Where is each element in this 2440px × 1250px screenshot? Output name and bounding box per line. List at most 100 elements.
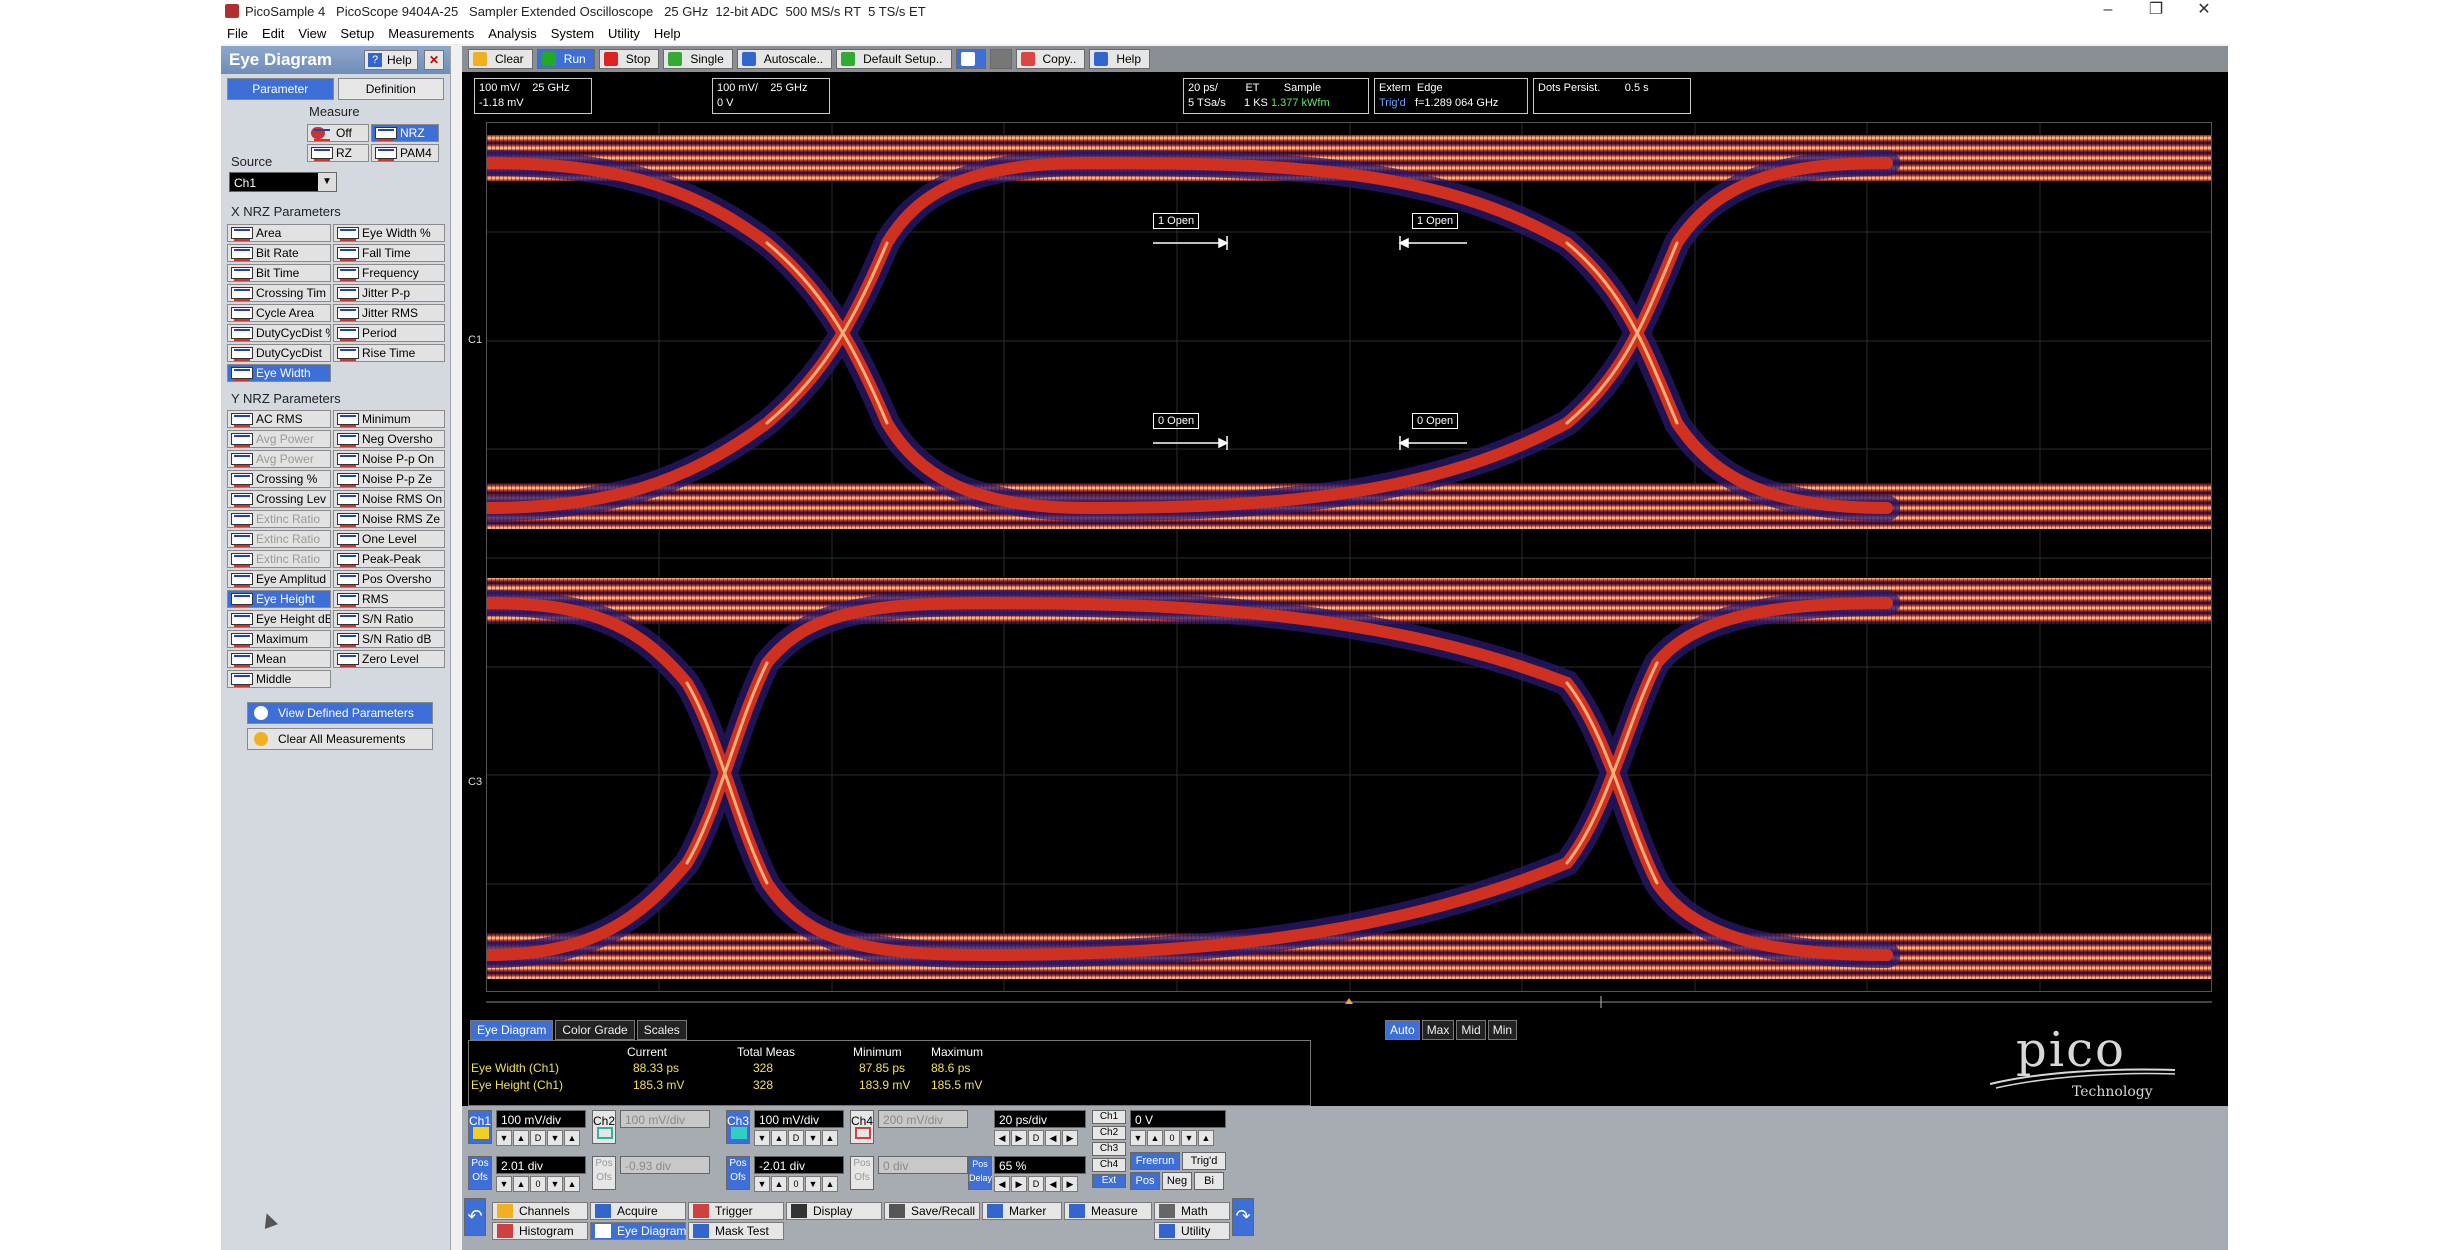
ch1-scale-spinner[interactable]: ▼ ▲ D ▼ ▲ <box>496 1130 580 1146</box>
nav-math-button[interactable]: Math <box>1154 1202 1230 1220</box>
param-button[interactable]: Mean <box>227 650 331 668</box>
tab-parameter[interactable]: Parameter <box>227 78 334 100</box>
ch3-offset-spinner[interactable]: ▼ ▲ 0 ▼ ▲ <box>754 1176 838 1192</box>
spin-up[interactable]: ▲ <box>1198 1130 1214 1146</box>
param-button[interactable]: Minimum <box>333 410 445 428</box>
ch3-level-marker[interactable]: C3 <box>468 776 482 788</box>
param-button[interactable]: Crossing % <box>227 470 331 488</box>
param-button[interactable]: Jitter P-p <box>333 284 445 302</box>
spin-dc[interactable]: D <box>530 1130 546 1146</box>
ch1-toggle-button[interactable]: Ch1 <box>468 1110 492 1144</box>
undo-button[interactable] <box>955 49 986 69</box>
spin-up[interactable]: ▲ <box>822 1176 838 1192</box>
persistence-info-box[interactable]: Dots Persist. 0.5 s <box>1533 78 1691 114</box>
clear-button[interactable]: Clear <box>468 49 533 69</box>
delay-field[interactable]: 65 % <box>994 1156 1086 1174</box>
scale-mid-button[interactable]: Mid <box>1456 1020 1486 1040</box>
ch1-info-box[interactable]: 100 mV/ 25 GHz -1.18 mV <box>474 78 592 114</box>
param-button[interactable]: Rise Time <box>333 344 445 362</box>
nav-channels-button[interactable]: Channels <box>492 1202 588 1220</box>
tab-eye-diagram[interactable]: Eye Diagram <box>470 1020 554 1040</box>
param-button[interactable]: Neg Oversho <box>333 430 445 448</box>
ch3-offset-field[interactable]: -2.01 div <box>754 1156 844 1174</box>
ch4-pos-ofs-button[interactable]: Pos Ofs <box>850 1156 874 1190</box>
param-button[interactable]: Noise RMS Ze <box>333 510 445 528</box>
spin-up[interactable]: ▲ <box>564 1176 580 1192</box>
delay-spinner[interactable]: ◀ ▶ D ◀ ▶ <box>994 1176 1078 1192</box>
ch2-scale-field[interactable]: 100 mV/div <box>620 1110 710 1128</box>
autoscale-button[interactable]: Autoscale.. <box>736 49 833 69</box>
meas-row-name[interactable]: Eye Width (Ch1) <box>471 1061 559 1075</box>
menu-file[interactable]: File <box>227 26 248 41</box>
spin-down[interactable]: ▼ <box>496 1130 512 1146</box>
nav-measure-button[interactable]: Measure <box>1064 1202 1152 1220</box>
run-button[interactable]: Run <box>536 49 595 69</box>
spin-up[interactable]: ▲ <box>822 1130 838 1146</box>
spin-left[interactable]: ◀ <box>994 1130 1010 1146</box>
param-button[interactable]: Pos Oversho <box>333 570 445 588</box>
spin-down[interactable]: ▼ <box>754 1130 770 1146</box>
param-button[interactable]: One Level <box>333 530 445 548</box>
ch2-pos-ofs-button[interactable]: Pos Ofs <box>592 1156 616 1190</box>
maximize-button[interactable]: ❐ <box>2132 0 2180 22</box>
param-button[interactable]: Maximum <box>227 630 331 648</box>
param-button[interactable]: RMS <box>333 590 445 608</box>
ch3-pos-ofs-button[interactable]: Pos Ofs <box>726 1156 750 1190</box>
spin-dc[interactable]: D <box>788 1130 804 1146</box>
param-button[interactable]: Eye Height <box>227 590 331 608</box>
menu-measurements[interactable]: Measurements <box>388 26 474 41</box>
spin-down[interactable]: ▼ <box>1181 1130 1197 1146</box>
nav-save-recall-button[interactable]: Save/Recall <box>884 1202 980 1220</box>
param-button[interactable]: Zero Level <box>333 650 445 668</box>
param-button[interactable]: Fall Time <box>333 244 445 262</box>
spin-zero[interactable]: 0 <box>1164 1130 1180 1146</box>
param-button[interactable]: Middle <box>227 670 331 688</box>
param-button[interactable]: Crossing Tim <box>227 284 331 302</box>
param-button[interactable]: Eye Width % <box>333 224 445 242</box>
tab-scales[interactable]: Scales <box>636 1020 687 1040</box>
eye-open-marker[interactable]: 0 Open <box>1412 413 1459 429</box>
param-button[interactable]: Noise RMS On <box>333 490 445 508</box>
ch2-offset-field[interactable]: -0.93 div <box>620 1156 710 1174</box>
view-defined-parameters-button[interactable]: View Defined Parameters <box>247 702 433 724</box>
single-button[interactable]: Single <box>663 49 733 69</box>
spin-right[interactable]: ▶ <box>1062 1130 1078 1146</box>
trigger-info-box[interactable]: Extern Edge Trig'd f=1.289 064 GHz <box>1374 78 1528 114</box>
ch4-scale-field[interactable]: 200 mV/div <box>878 1110 968 1128</box>
spin-down[interactable]: ▼ <box>547 1130 563 1146</box>
spin-left[interactable]: ◀ <box>1045 1176 1061 1192</box>
slope-neg-button[interactable]: Neg <box>1162 1172 1192 1190</box>
clear-all-measurements-button[interactable]: Clear All Measurements <box>247 728 433 750</box>
spin-default[interactable]: D <box>1028 1176 1044 1192</box>
measure-rz-button[interactable]: RZ <box>307 144 369 162</box>
param-button[interactable]: Avg Power <box>227 450 331 468</box>
param-button[interactable]: Eye Width <box>227 364 331 382</box>
ch4-offset-field[interactable]: 0 div <box>878 1156 968 1174</box>
trigger-source-ch1[interactable]: Ch1 <box>1092 1110 1126 1124</box>
spin-down[interactable]: ▼ <box>496 1176 512 1192</box>
param-button[interactable]: Eye Amplitud <box>227 570 331 588</box>
ch1-scale-field[interactable]: 100 mV/div <box>496 1110 586 1128</box>
param-button[interactable]: Crossing Lev <box>227 490 331 508</box>
panel-close-button[interactable]: ✕ <box>424 50 444 70</box>
param-button[interactable]: Cycle Area <box>227 304 331 322</box>
nav-mask-test-button[interactable]: Mask Test <box>688 1222 784 1240</box>
panel-help-button[interactable]: ? Help <box>364 50 418 70</box>
scale-auto-button[interactable]: Auto <box>1385 1020 1420 1040</box>
param-button[interactable]: Frequency <box>333 264 445 282</box>
param-button[interactable]: DutyCycDist % <box>227 324 331 342</box>
ch1-offset-spinner[interactable]: ▼ ▲ 0 ▼ ▲ <box>496 1176 580 1192</box>
copy-button[interactable]: Copy.. <box>1015 49 1086 69</box>
param-button[interactable]: Eye Height dB <box>227 610 331 628</box>
nav-histogram-button[interactable]: Histogram <box>492 1222 588 1240</box>
param-button[interactable]: Bit Time <box>227 264 331 282</box>
freerun-button[interactable]: Freerun <box>1130 1152 1180 1170</box>
slope-pos-button[interactable]: Pos <box>1130 1172 1160 1190</box>
eye-diagram-plot[interactable]: 1 Open 1 Open 0 Open 0 Open <box>486 122 2212 992</box>
param-button[interactable]: Period <box>333 324 445 342</box>
spin-down[interactable]: ▼ <box>805 1130 821 1146</box>
timebase-info-box[interactable]: 20 ps/ ET Sample 5 TSa/s 1 KS 1.377 kWfm <box>1183 78 1369 114</box>
nav-trigger-button[interactable]: Trigger <box>688 1202 784 1220</box>
spin-down[interactable]: ▼ <box>805 1176 821 1192</box>
trigger-level-spinner[interactable]: ▼ ▲ 0 ▼ ▲ <box>1130 1130 1214 1146</box>
